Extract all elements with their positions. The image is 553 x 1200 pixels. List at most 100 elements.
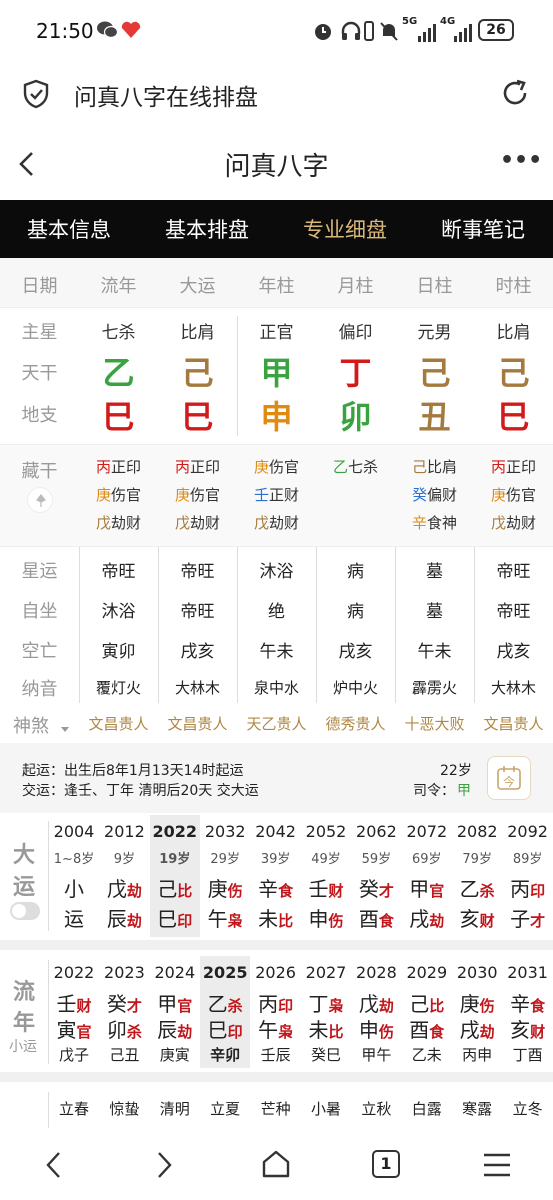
dayun-zhi-row[interactable]: 申伤 <box>301 903 351 932</box>
liunian-gan-row[interactable]: 己比 <box>402 988 452 1017</box>
liunian-zhi: 亥 <box>510 1018 531 1042</box>
liunian-year[interactable]: 2025 <box>200 963 250 982</box>
shensha-cell[interactable]: 文昌贵人 <box>474 713 553 734</box>
tab-basic-info[interactable]: 基本信息 <box>0 214 138 244</box>
dayun-toggle[interactable] <box>10 902 40 920</box>
shield-check-icon[interactable] <box>22 79 50 113</box>
liunian-gan-row[interactable]: 辛食 <box>503 988 553 1017</box>
dayun-year[interactable]: 2004 <box>49 822 99 841</box>
dayun-year[interactable]: 2092 <box>503 822 553 841</box>
dayun-age: 49岁 <box>311 852 341 867</box>
dayun-gan-god: 食 <box>278 882 294 900</box>
liunian-gan-row[interactable]: 癸才 <box>99 988 149 1017</box>
dayun-gan-god: 印 <box>530 882 546 900</box>
tab-pro-chart[interactable]: 专业细盘 <box>276 214 414 244</box>
liunian-gan-god: 食 <box>530 997 546 1015</box>
liunian-gan-god: 才 <box>126 997 142 1015</box>
more-menu-icon[interactable]: ••• <box>500 148 542 173</box>
label-shensha[interactable]: 神煞 <box>0 712 62 738</box>
dayun-year[interactable]: 2022 <box>150 822 200 841</box>
dayun-zhi-row[interactable]: 运 <box>49 903 99 932</box>
dayun-year[interactable]: 2072 <box>402 822 452 841</box>
headphones-icon <box>340 20 362 46</box>
refresh-icon[interactable] <box>500 78 530 112</box>
liunian-gan-row[interactable]: 丁枭 <box>301 988 351 1017</box>
dayun-gan-row[interactable]: 小 <box>49 873 99 902</box>
dayun-zhi-row[interactable]: 亥财 <box>452 903 502 932</box>
liunian-year[interactable]: 2029 <box>402 963 452 982</box>
dayun-gan-row[interactable]: 戊劫 <box>99 873 149 902</box>
liunian-zhi-row[interactable]: 寅官 <box>49 1014 99 1043</box>
liunian-zhi-row[interactable]: 申伤 <box>351 1014 401 1043</box>
dayun-zhi-row[interactable]: 辰劫 <box>99 903 149 932</box>
liunian-zhi-row[interactable]: 卯杀 <box>99 1014 149 1043</box>
tab-notes[interactable]: 断事笔记 <box>414 214 552 244</box>
today-button[interactable]: 今 <box>487 756 531 800</box>
liunian-gan-row[interactable]: 戊劫 <box>351 988 401 1017</box>
liunian-gan-row[interactable]: 丙印 <box>251 988 301 1017</box>
kongwang-cell: 午未 <box>417 642 452 662</box>
dayun-zhi-row[interactable]: 午枭 <box>200 903 250 932</box>
nav-back-icon[interactable] <box>42 1150 66 1184</box>
dayun-gan-row[interactable]: 癸才 <box>351 873 401 902</box>
dayun-zhi-row[interactable]: 酉食 <box>351 903 401 932</box>
dayun-year[interactable]: 2052 <box>301 822 351 841</box>
dayun-gan-row[interactable]: 己比 <box>150 873 200 902</box>
liunian-zhi-row[interactable]: 辰劫 <box>150 1014 200 1043</box>
nav-tabs-icon[interactable]: 1 <box>372 1150 400 1178</box>
dayun-year[interactable]: 2032 <box>200 822 250 841</box>
dayun-year[interactable]: 2012 <box>99 822 149 841</box>
canggan-god: 劫财 <box>506 514 537 532</box>
tab-basic-chart[interactable]: 基本排盘 <box>138 214 276 244</box>
shensha-cell[interactable]: 天乙贵人 <box>237 713 316 734</box>
dayun-gan-row[interactable]: 庚伤 <box>200 873 250 902</box>
liunian-gan-row[interactable]: 庚伤 <box>452 988 502 1017</box>
liunian-year[interactable]: 2024 <box>150 963 200 982</box>
liunian-year[interactable]: 2023 <box>99 963 149 982</box>
dayun-gan-row[interactable]: 壬财 <box>301 873 351 902</box>
shensha-cell[interactable]: 十恶大败 <box>395 713 474 734</box>
liunian-zhi-row[interactable]: 巳印 <box>200 1014 250 1043</box>
liunian-year[interactable]: 2031 <box>503 963 553 982</box>
dayun-year[interactable]: 2082 <box>452 822 502 841</box>
nayin-cell: 霹雳火 <box>411 679 457 697</box>
nav-home-icon[interactable] <box>260 1148 292 1184</box>
dayun-zhi-row[interactable]: 巳印 <box>150 903 200 932</box>
dayun-zhi-row[interactable]: 子才 <box>503 903 553 932</box>
canggan-item: 乙七杀 <box>316 453 395 481</box>
dayun-gan-row[interactable]: 辛食 <box>251 873 301 902</box>
dayun-year[interactable]: 2062 <box>351 822 401 841</box>
dayun-gan-row[interactable]: 甲官 <box>402 873 452 902</box>
liunian-year[interactable]: 2030 <box>452 963 502 982</box>
shensha-cell[interactable]: 文昌贵人 <box>158 713 237 734</box>
liunian-zhi-row[interactable]: 午枭 <box>251 1014 301 1043</box>
liunian-zhi-row[interactable]: 酉食 <box>402 1014 452 1043</box>
dayun-gan-row[interactable]: 乙杀 <box>452 873 502 902</box>
dayun-zhi-row[interactable]: 未比 <box>251 903 301 932</box>
dayun-zhi-row[interactable]: 戌劫 <box>402 903 452 932</box>
liunian-year[interactable]: 2022 <box>49 963 99 982</box>
liunian-gan-row[interactable]: 乙杀 <box>200 988 250 1017</box>
dayun-label-1: 大 <box>13 843 36 868</box>
liunian-zhi-row[interactable]: 戌劫 <box>452 1014 502 1043</box>
dayun-age: 29岁 <box>210 852 240 867</box>
dayun-year[interactable]: 2042 <box>251 822 301 841</box>
liunian-year[interactable]: 2026 <box>251 963 301 982</box>
jieqi-cell: 立春 <box>58 1100 89 1118</box>
nav-forward-icon[interactable] <box>152 1150 176 1184</box>
canggan-cell: 丙正印 庚伤官 戊劫财 <box>79 453 158 537</box>
liunian-year[interactable]: 2028 <box>351 963 401 982</box>
liunian-gan-row[interactable]: 甲官 <box>150 988 200 1017</box>
pin-icon[interactable] <box>27 487 53 513</box>
liunian-zhi-row[interactable]: 未比 <box>301 1014 351 1043</box>
liunian-year[interactable]: 2027 <box>301 963 351 982</box>
dayun-gan-row[interactable]: 丙印 <box>503 873 553 902</box>
dropdown-caret-icon[interactable] <box>60 719 70 738</box>
dayun-section: 大 运 2004 1~8岁小运 2012 9岁 戊劫 辰劫 2022 19岁 己比 巳印 2032 2… <box>0 813 553 940</box>
shensha-cell[interactable]: 文昌贵人 <box>79 713 158 734</box>
liunian-gan-row[interactable]: 壬财 <box>49 988 99 1017</box>
nav-menu-icon[interactable] <box>482 1152 512 1182</box>
liunian-zhi-row[interactable]: 亥财 <box>503 1014 553 1043</box>
shensha-cell[interactable]: 德秀贵人 <box>316 713 395 734</box>
zizuo-cell: 帝旺 <box>180 602 215 622</box>
